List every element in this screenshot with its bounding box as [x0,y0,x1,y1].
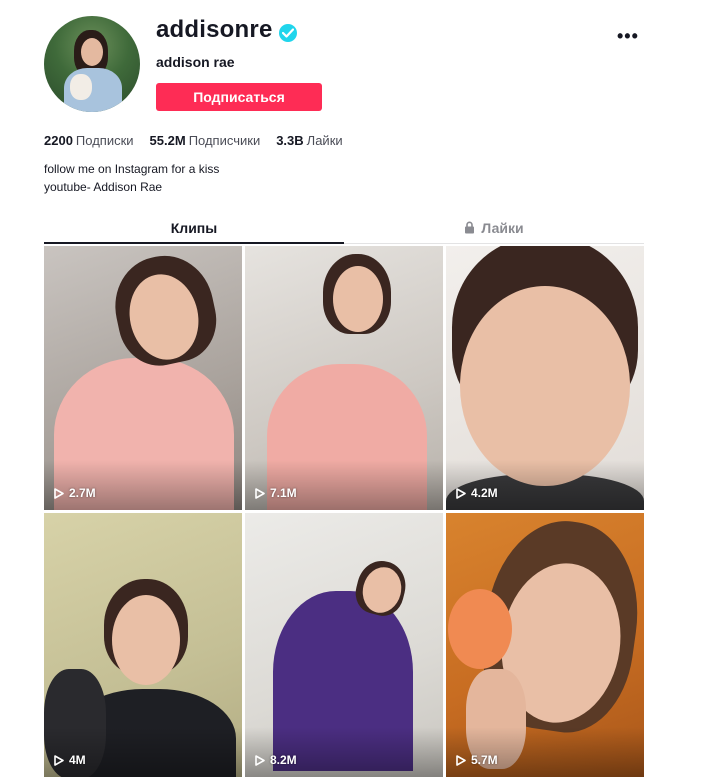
lock-icon [464,213,475,245]
bio-line-1: follow me on Instagram for a kiss [44,162,220,176]
verified-check-icon [279,24,297,42]
likes-label: Лайки [306,133,343,148]
profile-tabs: Клипы Лайки [44,212,644,244]
thumbnail-shade [44,460,242,510]
followers-count: 55.2M [149,133,186,148]
play-icon [255,754,265,766]
view-count-label: 8.2M [270,753,297,767]
following-count: 2200 [44,133,73,148]
follow-button[interactable]: Подписаться [156,83,322,111]
video-card[interactable]: 5.7M [446,513,644,777]
view-count: 4.2M [456,486,498,500]
play-icon [456,487,466,499]
followers-stat[interactable]: 55.2M Подписчики [150,133,261,148]
video-grid: 2.7M 7.1M 4.2M 4M 8.2M 5.7M [44,246,646,778]
profile-header: addisonre addison rae Подписаться ••• [44,16,644,116]
thumbnail-shade [446,460,644,510]
thumbnail-shade [245,460,443,510]
view-count: 7.1M [255,486,297,500]
avatar-face [81,38,103,66]
bio-line-2: youtube- Addison Rae [44,180,163,194]
view-count-label: 5.7M [471,753,498,767]
play-icon [54,487,64,499]
avatar-teddy [70,74,92,100]
video-card[interactable]: 2.7M [44,246,242,510]
view-count-label: 4.2M [471,486,498,500]
thumbnail-face [333,266,383,332]
likes-stat: 3.3B Лайки [276,133,342,148]
video-card[interactable]: 4.2M [446,246,644,510]
thumbnail-face [112,595,180,685]
username: addisonre [156,16,273,43]
tab-likes-label: Лайки [481,220,524,236]
thumbnail-shade [446,727,644,777]
thumbnail-shade [44,727,242,777]
view-count: 4M [54,753,86,767]
view-count-label: 4M [69,753,86,767]
video-card[interactable]: 4M [44,513,242,777]
thumbnail-face [460,286,630,486]
video-card[interactable]: 7.1M [245,246,443,510]
thumbnail-shade [245,727,443,777]
tab-clips[interactable]: Клипы [44,212,344,244]
view-count-label: 7.1M [270,486,297,500]
play-icon [54,754,64,766]
thumbnail-compact [448,589,512,669]
avatar[interactable] [44,16,140,112]
active-tab-indicator [44,242,344,244]
followers-label: Подписчики [188,133,261,148]
more-options-icon[interactable]: ••• [617,26,639,47]
nickname: addison rae [156,54,235,70]
play-icon [456,754,466,766]
profile-stats: 2200 Подписки 55.2M Подписчики 3.3B Лайки [44,133,359,148]
video-card[interactable]: 8.2M [245,513,443,777]
view-count-label: 2.7M [69,486,96,500]
following-stat[interactable]: 2200 Подписки [44,133,134,148]
view-count: 2.7M [54,486,96,500]
likes-count: 3.3B [276,133,304,148]
tab-likes[interactable]: Лайки [344,212,644,244]
bio: follow me on Instagram for a kiss youtub… [44,160,219,196]
following-label: Подписки [75,133,134,148]
view-count: 8.2M [255,753,297,767]
view-count: 5.7M [456,753,498,767]
play-icon [255,487,265,499]
